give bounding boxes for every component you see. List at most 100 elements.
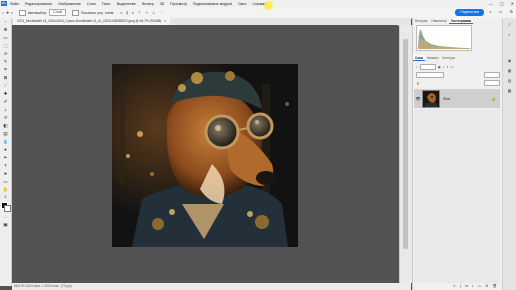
tools-panel: » ✥ ▭ ⬚ ꝍ ✎ ⌗ ⊠ ⟋ ✚ ✐ ⊥ ↺ ◧ ▤ 💧 ● ✒ T ➤ … [0,18,12,286]
opacity-field[interactable] [484,72,500,78]
layer-select-dropdown[interactable]: Слой [49,9,66,16]
pen-tool-icon[interactable]: ✒ [2,155,9,160]
tab-histogram[interactable]: Гистограмма [448,18,474,24]
canvas-workspace[interactable] [12,25,398,283]
move-tool-icon[interactable]: ✥ [6,11,9,15]
vertical-scrollbar[interactable] [399,25,412,283]
brush-tool-icon[interactable]: ✐ [2,99,9,104]
window-controls: — ▢ ✕ [489,0,514,7]
fill-field[interactable] [484,80,500,86]
align-left-icon[interactable]: ⫷ [120,11,122,15]
scrollbar-thumb[interactable] [403,39,408,249]
align-bottom-icon[interactable]: ⊥ [152,11,155,15]
menu-filter[interactable]: Фильтр [142,2,154,6]
minimize-icon[interactable]: — [489,1,493,6]
crop-tool-icon[interactable]: ⌗ [2,67,9,72]
blur-tool-icon[interactable]: 💧 [2,139,9,144]
document-tab[interactable]: 2074_MuraBattell v3_1024x2024_Cyano Mura… [13,18,171,25]
menu-text[interactable]: Текст [102,2,111,6]
frame-tool-icon[interactable]: ⊠ [2,75,9,80]
menu-image[interactable]: Изображение [58,2,81,6]
menu-layers[interactable]: Слои [87,2,96,6]
gradients-icon[interactable]: ▤ [506,78,513,84]
workspace-icon[interactable]: ▭ [499,9,503,14]
background-color-swatch[interactable] [4,205,11,212]
right-panel-dock: История Навигатор Гистограмма Слои Канал… [412,18,516,290]
adjustments-icon[interactable]: ◐ [506,32,513,38]
align-right-icon[interactable]: ⫸ [132,11,134,15]
dodge-tool-icon[interactable]: ● [2,147,9,152]
patterns-icon[interactable]: ▩ [506,88,513,94]
move-tool-icon[interactable]: ✥ [2,27,9,32]
color-icon[interactable]: ◉ [506,58,513,64]
align-top-icon[interactable]: ⊤ [138,11,141,15]
menu-select[interactable]: Выделение [117,2,136,6]
gradient-tool-icon[interactable]: ▤ [2,131,9,136]
stamp-tool-icon[interactable]: ⊥ [2,107,9,112]
quick-mask-icon[interactable]: ◌ [2,214,9,219]
shape-tool-icon[interactable]: ▭ [2,179,9,184]
fx-icon[interactable]: ƒ [460,284,462,288]
menu-file[interactable]: Файл [10,2,19,6]
delete-layer-icon[interactable]: 🗑 [492,284,497,288]
menu-window[interactable]: Окно [238,2,246,6]
autoselect-checkbox[interactable] [18,9,26,16]
lock-icon[interactable]: 🔒 [416,81,420,85]
home-icon[interactable]: ⌂ [2,11,4,15]
adjustment-icon[interactable]: ◐ [472,284,474,288]
eraser-tool-icon[interactable]: ◧ [2,123,9,128]
tab-history[interactable]: История [413,18,429,24]
filter-type-icon[interactable]: T [446,65,448,69]
tab-paths[interactable]: Контуры [441,55,458,61]
filter-icon[interactable]: ⌕ [416,65,418,69]
tab-layers[interactable]: Слои [413,55,426,61]
layer-thumbnail[interactable] [422,89,440,108]
artboard-tool-icon[interactable]: ▭ [2,35,9,40]
hand-tool-icon[interactable]: ✋ [2,187,9,192]
filter-pixel-icon[interactable]: ▣ [438,65,441,69]
filter-adjust-icon[interactable]: ◑ [443,65,445,69]
menu-plugins[interactable]: Подключаемые модули [193,2,232,6]
filter-shape-icon[interactable]: ▭ [450,65,453,69]
path-select-icon[interactable]: ➤ [2,171,9,176]
new-layer-icon[interactable]: ⊞ [485,284,488,288]
close-window-icon[interactable]: ✕ [511,1,514,6]
mask-icon[interactable]: ◘ [466,284,468,288]
lasso-tool-icon[interactable]: ꝍ [2,51,9,56]
collapse-icon[interactable]: » [2,19,9,24]
layers-controls: ⌕ ▣ ◑ T ▭ 🔒 [416,64,500,86]
menu-view[interactable]: Просмотр [170,2,186,6]
layer-row[interactable]: 👁 Фон 🔒 [414,89,500,108]
properties-icon[interactable]: ≡ [506,22,513,28]
chevron-down-icon[interactable]: ▾ [11,11,13,15]
screen-mode-icon[interactable]: ▣ [2,222,9,227]
history-brush-icon[interactable]: ↺ [2,115,9,120]
marquee-tool-icon[interactable]: ⬚ [2,43,9,48]
swatches-icon[interactable]: ▦ [506,68,513,74]
tab-channels[interactable]: Каналы [425,55,440,61]
maximize-icon[interactable]: ▢ [500,1,504,6]
menu-edit[interactable]: Редактирование [25,2,52,6]
document-canvas[interactable] [112,64,298,247]
layer-filter-dropdown[interactable] [419,64,436,70]
zoom-tool-icon[interactable]: ⌕ [2,194,9,199]
align-center-icon[interactable]: ⫼ [126,11,128,15]
tab-navigator[interactable]: Навигатор [429,18,448,24]
type-tool-icon[interactable]: T [2,163,9,168]
visibility-eye-icon[interactable]: 👁 [414,96,422,101]
healing-brush-icon[interactable]: ✚ [2,91,9,96]
link-layers-icon[interactable]: ∞ [453,284,456,288]
close-tab-icon[interactable]: × [164,19,166,23]
group-icon[interactable]: ▭ [478,284,481,288]
layer-name: Фон [443,96,450,101]
blend-mode-dropdown[interactable] [416,72,444,78]
search-icon[interactable]: ⌕ [489,9,491,14]
more-options-icon[interactable]: ··· [159,11,163,15]
settings-icon[interactable]: ⚙ [509,9,513,14]
quick-select-tool-icon[interactable]: ✎ [2,59,9,64]
align-middle-icon[interactable]: ⊣ [145,11,148,15]
eyedropper-tool-icon[interactable]: ⟋ [2,83,9,88]
transform-controls-checkbox[interactable] [71,9,79,16]
menu-3d[interactable]: 3D [160,2,165,6]
share-button[interactable]: Поделиться [455,8,484,16]
